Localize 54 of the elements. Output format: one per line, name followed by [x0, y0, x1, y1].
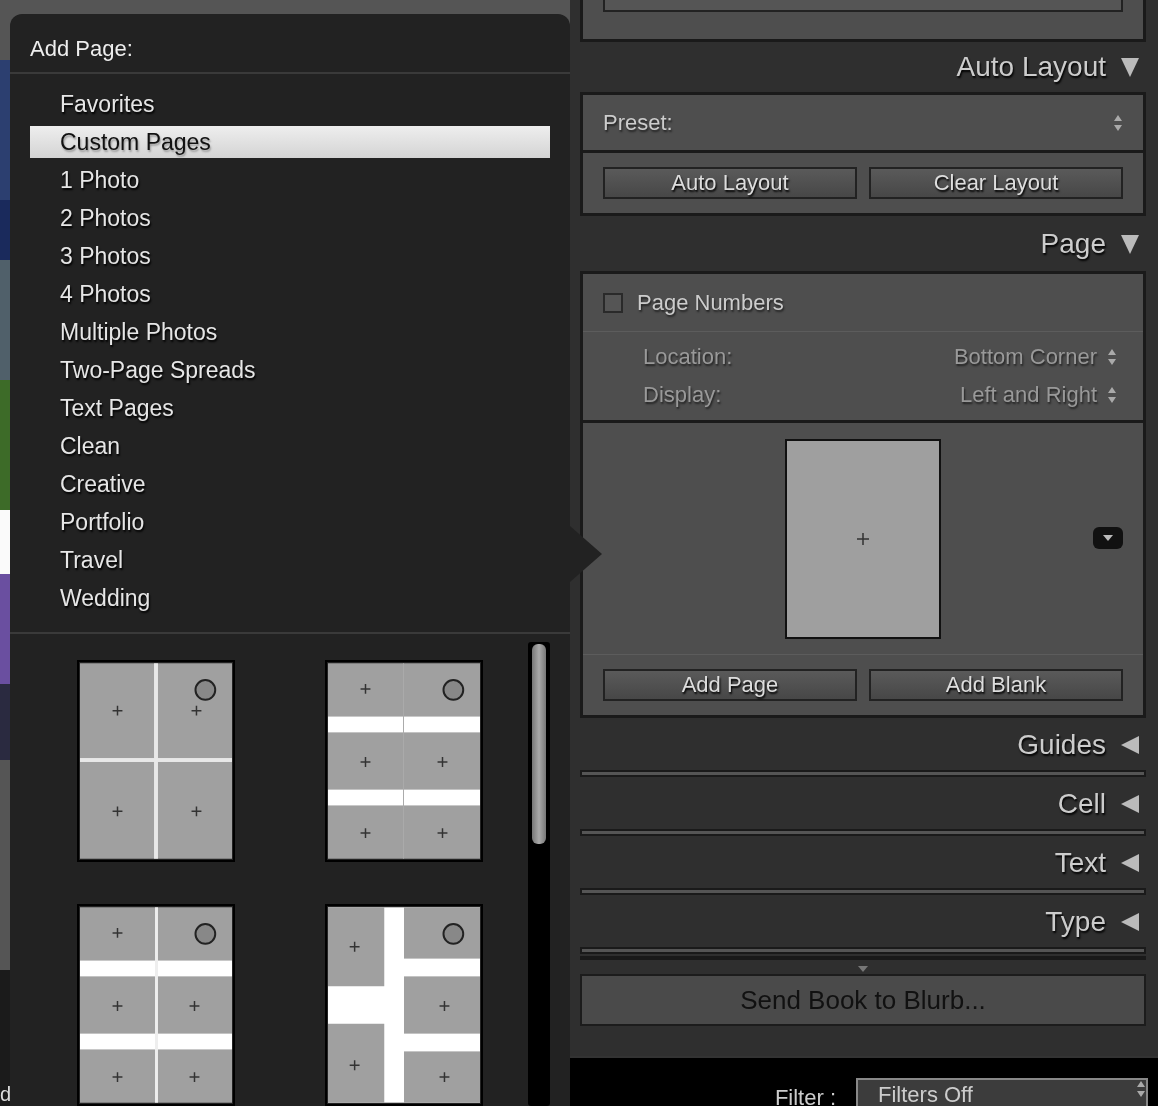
menu-item[interactable]: 4 Photos: [30, 278, 550, 310]
page-layout-thumbnail[interactable]: [77, 660, 235, 862]
expanded-triangle-icon[interactable]: [1120, 56, 1140, 78]
menu-item[interactable]: Wedding: [30, 582, 550, 614]
menu-item[interactable]: Clean: [30, 430, 550, 462]
plus-icon: [856, 531, 870, 546]
scrollbar-thumb[interactable]: [532, 644, 546, 844]
checkbox[interactable]: [603, 292, 623, 313]
menu-item[interactable]: 2 Photos: [30, 202, 550, 234]
caret-icon[interactable]: [857, 966, 869, 972]
preset-label: Preset:: [603, 109, 673, 136]
menu-item[interactable]: 3 Photos: [30, 240, 550, 272]
panel-title[interactable]: Page: [1040, 227, 1106, 260]
collapsed-triangle-icon[interactable]: [1120, 852, 1140, 874]
panel-title[interactable]: Text: [1054, 847, 1106, 879]
caret-icon: [1102, 534, 1114, 542]
layout-button[interactable]: Auto Layout: [603, 167, 857, 199]
menu-item[interactable]: Two-Page Spreads: [30, 354, 550, 386]
panel-title[interactable]: Type: [1045, 906, 1106, 938]
panel-title[interactable]: Auto Layout: [956, 51, 1106, 83]
collapsed-triangle-icon[interactable]: [1120, 911, 1140, 933]
menu-item[interactable]: 1 Photo: [30, 164, 550, 196]
add-page-button[interactable]: Add Blank: [869, 669, 1123, 701]
add-page-button[interactable]: Add Page: [603, 669, 857, 701]
page-layout-thumbnail[interactable]: [77, 904, 235, 1106]
collapsed-triangle-icon[interactable]: [1120, 793, 1140, 815]
edge-text: d: [0, 1084, 12, 1104]
menu-item[interactable]: Multiple Photos: [30, 316, 550, 348]
filter-select[interactable]: Filters Off: [856, 1078, 1148, 1106]
menu-item[interactable]: Creative: [30, 468, 550, 500]
page-preview[interactable]: [785, 438, 941, 639]
popup-title: Add Page:: [10, 14, 570, 74]
stepper-icon: [1107, 386, 1117, 404]
collapsed-triangle-icon[interactable]: [1120, 734, 1140, 756]
option-label: Display:: [643, 382, 722, 408]
menu-item[interactable]: Custom Pages: [30, 126, 550, 158]
filter-label: Filter :: [774, 1086, 836, 1106]
stepper-icon: [1113, 113, 1123, 132]
menu-item[interactable]: Text Pages: [30, 392, 550, 424]
expanded-triangle-icon[interactable]: [1120, 232, 1140, 255]
panel-title[interactable]: Guides: [1017, 729, 1106, 761]
menu-item[interactable]: Travel: [30, 544, 550, 576]
dropdown-button[interactable]: [1093, 527, 1123, 549]
option-label: Location:: [643, 344, 733, 370]
stepper-icon: [1107, 348, 1117, 366]
layout-button[interactable]: Clear Layout: [869, 167, 1123, 199]
panel-title[interactable]: Cell: [1057, 788, 1106, 820]
menu-item[interactable]: Portfolio: [30, 506, 550, 538]
page-layout-thumbnail[interactable]: [325, 904, 483, 1106]
scrollbar[interactable]: [528, 642, 550, 1106]
page-layout-thumbnail[interactable]: [325, 660, 483, 862]
menu-item[interactable]: Favorites: [30, 88, 550, 120]
checkbox-label: Page Numbers: [637, 289, 784, 316]
stepper-icon: [1136, 1080, 1146, 1098]
